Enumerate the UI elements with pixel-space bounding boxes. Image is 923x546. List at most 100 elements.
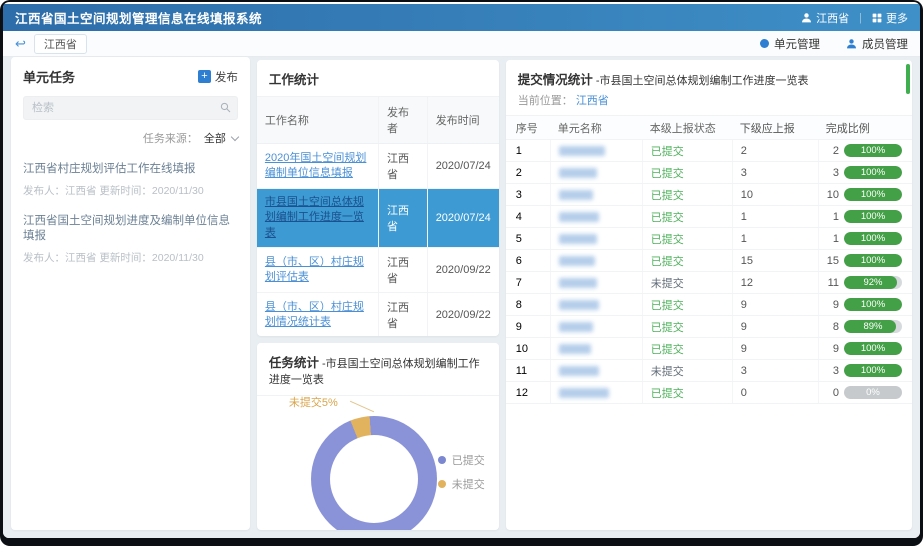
toolbar: ↩ 江西省 单元管理 成员管理 [3, 31, 920, 57]
col-publisher: 发布者 [378, 97, 427, 144]
report-status: 已提交 [651, 297, 684, 313]
legend-item-unsubmitted[interactable]: 未提交 [438, 476, 485, 492]
progress-pill: 100% [844, 166, 902, 179]
expected-count: 15 [732, 250, 818, 271]
member-icon [846, 38, 857, 49]
current-location-label: 当前位置： [518, 95, 573, 107]
submit-row[interactable]: 5已提交11100% [506, 228, 912, 250]
report-status: 已提交 [651, 165, 684, 181]
col-work-name: 工作名称 [257, 97, 379, 144]
current-location-link[interactable]: 江西省 [576, 95, 609, 107]
done-count: 0 [833, 387, 839, 399]
progress-label: 92% [844, 276, 902, 289]
submit-row[interactable]: 6已提交1515100% [506, 250, 912, 272]
window-frame: 江西省国土空间规划管理信息在线填报系统 江西省 | 更多 ↩ 江西省 单元管理 … [0, 0, 923, 546]
work-row[interactable]: 2020年国土空间规划编制单位信息填报 江西省 2020/07/24 [257, 144, 499, 189]
chevron-down-icon[interactable] [231, 132, 239, 140]
annotation-line [350, 401, 374, 412]
progress-label: 100% [844, 342, 902, 355]
col-publish-date: 发布时间 [427, 97, 499, 144]
col-status: 本级上报状态 [642, 116, 732, 139]
current-user[interactable]: 江西省 [801, 10, 849, 26]
legend-item-submitted[interactable]: 已提交 [438, 452, 485, 468]
app-screen: 江西省国土空间规划管理信息在线填报系统 江西省 | 更多 ↩ 江西省 单元管理 … [3, 2, 920, 538]
row-no: 4 [516, 211, 550, 223]
unsubmitted-annotation: 未提交5% [289, 394, 338, 410]
submit-row[interactable]: 9已提交9889% [506, 316, 912, 338]
location-tag[interactable]: 江西省 [34, 34, 87, 54]
publish-label: 发布 [215, 69, 238, 85]
report-status: 未提交 [651, 275, 684, 291]
submit-row[interactable]: 12已提交000% [506, 382, 912, 404]
task-source-value[interactable]: 全部 [204, 130, 226, 146]
current-user-label: 江西省 [816, 10, 849, 26]
done-count: 10 [827, 189, 839, 201]
submit-row[interactable]: 1已提交22100% [506, 140, 912, 162]
work-link[interactable]: 市县国土空间总体规划编制工作进度一览表 [265, 196, 364, 239]
progress-pill: 100% [844, 210, 902, 223]
submit-stats-subtitle: -市县国土空间总体规划编制工作进度一览表 [593, 75, 809, 87]
report-status: 已提交 [651, 143, 684, 159]
progress-label: 100% [844, 166, 902, 179]
row-no: 5 [516, 233, 550, 245]
unit-name-redacted [550, 382, 642, 403]
middle-column: 工作统计 工作名称 发布者 发布时间 2020年国土空间规划编制单位信息填报 江… [257, 57, 499, 530]
submit-row[interactable]: 10已提交99100% [506, 338, 912, 360]
submit-row[interactable]: 7未提交121192% [506, 272, 912, 294]
back-icon[interactable]: ↩ [15, 37, 26, 50]
progress-pill: 100% [844, 232, 902, 245]
done-count: 1 [833, 211, 839, 223]
progress-label: 100% [844, 210, 902, 223]
progress-pill: 89% [844, 320, 902, 333]
unit-management-label: 单元管理 [774, 36, 820, 52]
work-link[interactable]: 县（市、区）村庄规划情况统计表 [265, 301, 364, 328]
unit-name-redacted [550, 294, 642, 315]
report-status: 已提交 [651, 187, 684, 203]
table-header-row: 工作名称 发布者 发布时间 [257, 97, 499, 144]
col-expected: 下级应上报 [732, 116, 818, 139]
legend-label: 未提交 [452, 476, 485, 492]
work-row[interactable]: 县（市、区）村庄规划情况统计表 江西省 2020/09/22 [257, 293, 499, 336]
done-count: 3 [833, 365, 839, 377]
submit-row[interactable]: 11未提交33100% [506, 360, 912, 382]
done-count: 15 [827, 255, 839, 267]
unit-name-redacted [550, 272, 642, 293]
table-header-row: 序号 单元名称 本级上报状态 下级应上报 完成比例 [506, 116, 912, 140]
work-link[interactable]: 2020年国土空间规划编制单位信息填报 [265, 152, 366, 179]
chart-legend: 已提交 未提交 [438, 452, 485, 500]
expected-count: 9 [732, 294, 818, 315]
row-no: 8 [516, 299, 550, 311]
progress-label: 100% [844, 232, 902, 245]
work-publisher: 江西省 [378, 248, 427, 293]
submit-row[interactable]: 4已提交11100% [506, 206, 912, 228]
work-stats-panel: 工作统计 工作名称 发布者 发布时间 2020年国土空间规划编制单位信息填报 江… [257, 60, 499, 336]
submit-row[interactable]: 8已提交99100% [506, 294, 912, 316]
unit-management-button[interactable]: 单元管理 [760, 36, 820, 52]
expected-count: 10 [732, 184, 818, 205]
submit-row[interactable]: 3已提交1010100% [506, 184, 912, 206]
row-no: 6 [516, 255, 550, 267]
done-count: 2 [833, 145, 839, 157]
member-management-button[interactable]: 成员管理 [846, 36, 908, 52]
publish-button[interactable]: + 发布 [198, 69, 238, 85]
more-menu[interactable]: 更多 [872, 10, 908, 26]
task-list-item[interactable]: 江西省村庄规划评估工作在线填报 发布人：江西省 更新时间：2020/11/30 [23, 162, 238, 198]
col-no: 序号 [516, 120, 550, 136]
work-row-selected[interactable]: 市县国土空间总体规划编制工作进度一览表 江西省 2020/07/24 [257, 189, 499, 248]
work-link[interactable]: 县（市、区）村庄规划评估表 [265, 256, 364, 283]
expected-count: 3 [732, 162, 818, 183]
row-no: 12 [516, 387, 550, 399]
plus-icon: + [198, 70, 211, 83]
unit-tasks-title: 单元任务 [23, 67, 198, 86]
task-title: 江西省村庄规划评估工作在线填报 [23, 162, 238, 178]
scrollbar-thumb[interactable] [906, 64, 910, 94]
task-list-item[interactable]: 江西省国土空间规划进度及编制单位信息填报 发布人：江西省 更新时间：2020/1… [23, 214, 238, 265]
work-row[interactable]: 县（市、区）村庄规划评估表 江西省 2020/09/22 [257, 248, 499, 293]
row-no: 2 [516, 167, 550, 179]
progress-label: 100% [844, 188, 902, 201]
submit-row[interactable]: 2已提交33100% [506, 162, 912, 184]
search-input[interactable] [23, 96, 238, 120]
submit-stats-title: 提交情况统计 [518, 73, 593, 87]
unit-name-redacted [550, 140, 642, 161]
progress-label: 89% [844, 320, 902, 333]
